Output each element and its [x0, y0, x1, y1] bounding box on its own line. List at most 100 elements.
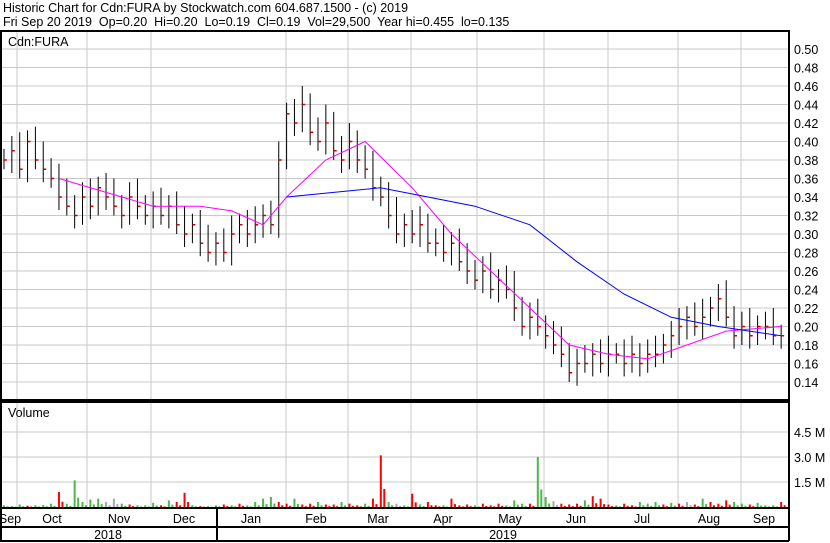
month-label: Apr — [433, 512, 452, 526]
volume-bar — [399, 505, 401, 507]
volume-bar — [709, 502, 712, 507]
volume-bar — [105, 502, 108, 507]
price-bar — [490, 252, 494, 299]
volume-bar — [262, 498, 265, 507]
price-bar — [184, 206, 188, 247]
volume-bar — [183, 492, 186, 507]
volume-bar — [740, 503, 743, 507]
volume-bar — [128, 504, 131, 507]
price-bar — [686, 306, 690, 340]
volume-bar — [37, 506, 40, 507]
volume-bar — [631, 505, 633, 507]
volume-bar — [187, 502, 190, 507]
volume-bar — [65, 503, 68, 507]
price-bar — [223, 228, 227, 262]
volume-bar — [728, 504, 731, 507]
volume-bar — [662, 504, 665, 507]
price-bar — [553, 320, 557, 355]
volume-bar — [595, 503, 598, 507]
volume-bar — [50, 503, 53, 507]
price-bar — [505, 265, 510, 299]
volume-bar — [100, 504, 103, 507]
price-bar — [450, 232, 455, 266]
price-bar — [199, 209, 204, 257]
volume-bar — [234, 506, 237, 507]
volume-panel-frame — [0, 401, 790, 509]
volume-bar — [395, 503, 398, 507]
volume-bar — [61, 501, 64, 507]
volume-bar — [383, 488, 386, 507]
price-tick-label: 0.44 — [794, 99, 818, 113]
volume-bar — [626, 505, 629, 507]
volume-bar — [92, 504, 95, 507]
volume-bar — [576, 503, 579, 507]
volume-bar — [81, 502, 84, 507]
volume-bar — [281, 505, 284, 507]
volume-bar — [22, 506, 25, 507]
volume-bar — [163, 506, 166, 507]
volume-bar — [348, 503, 351, 507]
volume-bar — [587, 504, 590, 507]
price-bar — [42, 141, 47, 183]
volume-bar — [571, 506, 574, 507]
price-bar — [356, 130, 361, 173]
price-bar — [576, 348, 581, 386]
volume-bar — [419, 504, 422, 507]
volume-bar — [697, 506, 700, 507]
price-bar — [403, 213, 408, 247]
volume-bar — [3, 505, 5, 507]
price-bar — [89, 178, 94, 220]
price-bar — [231, 215, 235, 266]
volume-bar — [411, 493, 414, 507]
price-bar — [482, 256, 486, 294]
volume-bar — [265, 504, 268, 507]
volume-bar — [685, 502, 688, 507]
volume-bar — [560, 503, 563, 507]
axes: 0.50 0.48 0.46 0.44 0.42 0.40 0.38 0.36 0.34 0.32… — [0, 30, 825, 542]
price-bar — [333, 111, 337, 160]
volume-bar — [458, 505, 461, 507]
volume-bar — [607, 504, 610, 507]
price-tick-label: 0.34 — [794, 191, 818, 205]
price-bar — [607, 335, 612, 377]
volume-bar — [371, 498, 374, 507]
price-bar — [286, 102, 290, 170]
volume-bar — [226, 506, 229, 507]
price-bar — [168, 195, 172, 229]
volume-bar — [391, 505, 394, 507]
volume-bar — [171, 504, 174, 507]
price-tick-label: 0.36 — [794, 173, 818, 187]
month-label: Oct — [42, 512, 62, 526]
volume-bar — [634, 506, 637, 507]
volume-bar — [367, 505, 370, 507]
volume-bar — [293, 498, 296, 507]
long-moving-average-line — [286, 187, 782, 337]
price-bar — [615, 343, 620, 364]
volume-bar — [289, 505, 292, 507]
volume-bar — [426, 502, 429, 507]
volume-bar — [450, 498, 453, 507]
price-tick-label: 0.14 — [794, 376, 818, 390]
volume-bar — [717, 503, 720, 507]
stock-chart: 0.50 0.48 0.46 0.44 0.42 0.40 0.38 0.36 0.34 0.32… — [0, 30, 825, 542]
volume-bar — [673, 505, 676, 507]
year-label: 2019 — [489, 528, 517, 542]
price-bar — [639, 343, 643, 377]
volume-bar — [301, 504, 304, 507]
volume-bar — [257, 505, 260, 507]
price-bar — [757, 315, 761, 345]
volume-bar — [116, 504, 119, 507]
volume-bar — [579, 505, 582, 507]
price-tick-label: 0.26 — [794, 265, 818, 279]
volume-bar — [218, 506, 221, 507]
volume-bar — [160, 505, 162, 507]
volume-bar — [309, 503, 312, 507]
price-bar — [301, 86, 306, 133]
volume-bar — [238, 503, 241, 507]
volume-bar — [340, 502, 343, 507]
price-bar — [419, 206, 424, 247]
price-bar — [647, 339, 651, 373]
volume-bar — [446, 506, 449, 507]
volume-bar — [725, 500, 728, 507]
price-bar — [380, 176, 384, 207]
